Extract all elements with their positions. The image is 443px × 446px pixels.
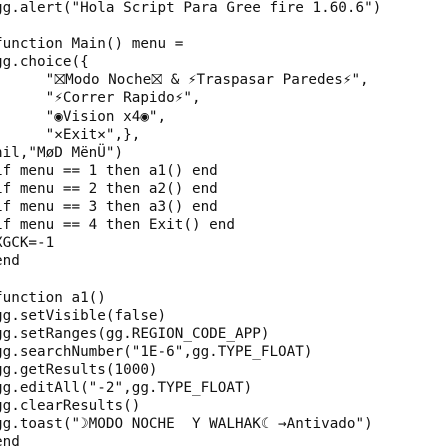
code-line-22: gg.editAll("-2",gg.TYPE_FLOAT) (0, 379, 253, 396)
code-line-23: gg.clearResults() (0, 398, 141, 415)
code-line-4: gg.choice({ (0, 54, 89, 71)
code-editor[interactable]: gg.alert("Hola Script Para Gree fire 1.6… (0, 0, 443, 446)
code-line-5: "⛝Modo Noche⛝ & ⚡Traspasar Paredes⚡", (0, 72, 369, 89)
code-line-14: XGCK=-1 (0, 235, 55, 252)
code-line-21: gg.getResults(1000) (0, 361, 158, 378)
code-line-24: gg.toast("☽MODO NOCHE Y WALHAK☾ →Antivad… (0, 416, 373, 433)
code-line-7: "◉Vision x4◉", (0, 108, 167, 125)
code-line-20: gg.searchNumber("1E-6",gg.TYPE_FLOAT) (0, 343, 313, 360)
code-line-11: if menu == 2 then a2() end (0, 180, 218, 197)
code-text[interactable]: gg.alert("Hola Script Para Gree fire 1.6… (0, 0, 381, 446)
code-line-18: gg.setVisible(false) (0, 307, 167, 324)
code-line-12: if menu == 3 then a3() end (0, 199, 218, 216)
code-line-6: "⚡Correr Rapido⚡", (0, 90, 201, 107)
code-line-15: end (0, 253, 20, 270)
code-line-13: if menu == 4 then Exit() end (0, 217, 236, 234)
code-line-19: gg.setRanges(gg.REGION_CODE_APP) (0, 325, 270, 342)
code-line-8: "✕Exit✕",}, (0, 126, 141, 143)
code-line-1: gg.alert("Hola Script Para Gree fire 1.6… (0, 0, 382, 16)
code-line-9: nil,"MøD MënÜ") (0, 144, 124, 161)
code-line-17: function a1() (0, 289, 106, 306)
code-line-25: end (0, 434, 20, 446)
code-line-3: function Main() menu = (0, 36, 184, 53)
code-line-10: if menu == 1 then a1() end (0, 162, 218, 179)
